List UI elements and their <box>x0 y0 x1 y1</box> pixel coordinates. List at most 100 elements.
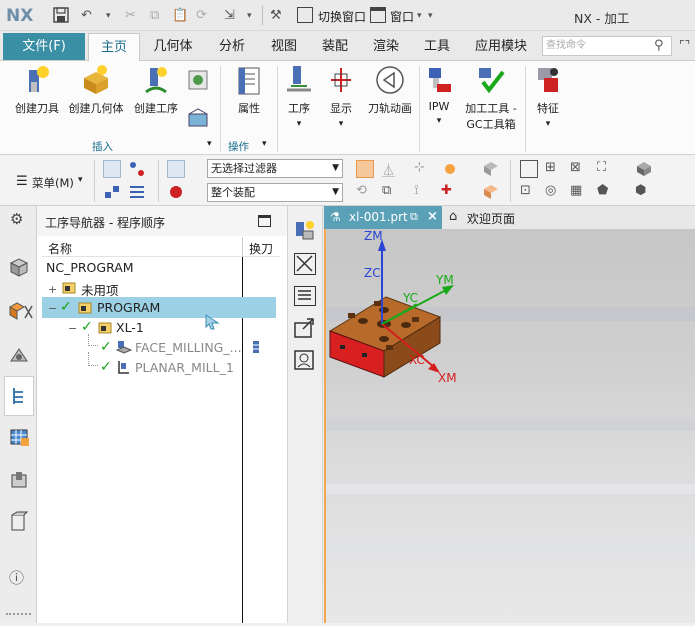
view-icon-10[interactable]: ⬢ <box>635 183 653 201</box>
window-dropdown-icon[interactable]: ▾ <box>417 7 422 25</box>
selection-filter-dropdown[interactable]: 无选择过滤器 ▼ <box>207 159 343 178</box>
snap-icon-7[interactable]: ✚ <box>441 183 459 201</box>
create-tool-button[interactable]: 创建刀具 <box>12 64 62 116</box>
tree-item-xl1[interactable]: XL-1 <box>116 320 144 335</box>
assembly-navigator-icon[interactable] <box>8 300 34 322</box>
filter-tool-icon-2[interactable] <box>128 160 146 178</box>
snap-icon-3[interactable] <box>482 160 500 178</box>
group-insert-dropdown-icon[interactable]: ▾ <box>207 139 212 149</box>
maximize-icon[interactable] <box>258 215 271 227</box>
insert-small-icon-1[interactable] <box>186 68 210 92</box>
menu-dropdown-icon[interactable]: ▾ <box>78 175 83 185</box>
toolpath-animation-button[interactable]: 刀轨动画 <box>364 64 416 116</box>
machine-tool-navigator-icon[interactable] <box>8 426 30 448</box>
switch-window-icon[interactable] <box>297 7 313 23</box>
view-icon-1[interactable] <box>520 160 538 178</box>
grip-handle[interactable] <box>6 613 31 623</box>
tree-item-face-milling[interactable]: FACE_MILLING_... <box>135 340 242 355</box>
search-icon[interactable]: ⚲ <box>654 38 664 53</box>
menu-icon[interactable]: ☰ <box>16 174 28 189</box>
tab-applications[interactable]: 应用模块 <box>465 33 537 61</box>
view-icon-9[interactable]: ⬟ <box>597 183 615 201</box>
copy-icon[interactable]: ⧉ <box>150 7 159 25</box>
undo-icon[interactable]: ↶ <box>81 7 92 25</box>
info-icon[interactable]: ⓘ <box>9 567 24 588</box>
expand-icon[interactable]: ⌜⌝ <box>679 38 690 52</box>
settings-gear-icon[interactable]: ⚙ <box>10 210 23 228</box>
window-menu-button[interactable]: 窗口 <box>390 8 414 25</box>
filter-tool-icon-6[interactable] <box>167 183 185 201</box>
view-icon-5[interactable] <box>635 160 653 178</box>
create-geometry-button[interactable]: 创建几何体 <box>66 64 126 116</box>
view-icon-7[interactable]: ◎ <box>545 183 563 201</box>
snap-icon-8[interactable] <box>482 183 500 201</box>
tab-home[interactable]: 主页 <box>88 33 140 61</box>
collapse-minus-icon[interactable]: − <box>48 302 57 315</box>
collapse-minus-icon[interactable]: − <box>68 322 77 335</box>
properties-button[interactable]: 属性 <box>226 64 272 116</box>
selection-mode-icon[interactable] <box>356 160 374 178</box>
feature-button[interactable]: 特征 ▾ <box>530 64 566 129</box>
tree-item-program[interactable]: PROGRAM <box>97 300 160 315</box>
view-icon-3[interactable]: ⊠ <box>570 160 588 178</box>
link-icon[interactable]: ⚒ <box>270 7 282 25</box>
tab-render[interactable]: 渲染 <box>363 33 409 61</box>
list-view-icon[interactable] <box>294 286 316 306</box>
filter-tool-icon-5[interactable] <box>167 160 185 178</box>
column-toolchange-header[interactable]: 换刀 <box>249 240 273 257</box>
export-icon[interactable] <box>293 317 317 339</box>
view-icon-8[interactable]: ▦ <box>570 183 588 201</box>
tab-geometry[interactable]: 几何体 <box>145 33 201 61</box>
tab-analysis[interactable]: 分析 <box>208 33 256 61</box>
cut-icon[interactable]: ✂ <box>125 7 136 25</box>
menu-button[interactable]: 菜单(M) <box>32 175 74 191</box>
snap-icon-4[interactable]: ⟲ <box>356 183 374 201</box>
insert-small-icon-2[interactable] <box>186 106 210 130</box>
display-button[interactable]: 显示 ▾ <box>322 64 360 129</box>
tab-tools[interactable]: 工具 <box>414 33 460 61</box>
group-operations-dropdown-icon[interactable]: ▾ <box>262 139 267 149</box>
tab-view[interactable]: 视图 <box>261 33 307 61</box>
more-dropdown-icon[interactable]: ▾ <box>428 7 433 25</box>
file-menu-button[interactable]: 文件(F) <box>3 33 85 60</box>
snap-icon-1[interactable]: ⊹ <box>414 160 432 178</box>
filter-tool-icon-1[interactable] <box>103 160 121 178</box>
tab-assembly[interactable]: 装配 <box>312 33 358 61</box>
switch-window-button[interactable]: 切换窗口 <box>318 8 366 25</box>
constraint-navigator-icon[interactable] <box>8 343 30 365</box>
tab-part-file[interactable]: ⚗ xl-001.prt ⧉ × <box>324 206 442 229</box>
paste-icon[interactable]: 📋 <box>172 7 188 25</box>
repeat-icon[interactable]: ⟳ <box>196 7 207 25</box>
ipw-button[interactable]: IPW ▾ <box>422 64 456 126</box>
assembly-scope-dropdown[interactable]: 整个装配 ▼ <box>207 183 343 202</box>
create-program-icon[interactable] <box>293 219 317 243</box>
part-navigator-icon[interactable] <box>8 256 30 278</box>
view-icon-2[interactable]: ⊞ <box>545 160 563 178</box>
view-icon-4[interactable]: ⛶ <box>597 160 615 178</box>
select-icon[interactable]: ⇲ <box>224 7 235 25</box>
column-name-header[interactable]: 名称 <box>48 240 72 257</box>
snap-icon-2[interactable] <box>441 160 459 178</box>
undo-dropdown-icon[interactable]: ▾ <box>106 7 111 25</box>
filter-funnel-icon[interactable]: ⏅ <box>382 160 400 179</box>
inspect-icon[interactable] <box>293 349 317 371</box>
expand-plus-icon[interactable]: + <box>48 283 57 296</box>
gc-toolbox-button[interactable]: 加工工具 - GC工具箱 <box>460 64 522 132</box>
tree-item-nc-program[interactable]: NC_PROGRAM <box>46 260 134 275</box>
tab-welcome-page[interactable]: 欢迎页面 <box>467 210 515 227</box>
delete-object-icon[interactable] <box>294 253 316 275</box>
window-icon[interactable] <box>370 7 386 23</box>
tree-item-planar-mill[interactable]: PLANAR_MILL_1 <box>135 360 234 375</box>
machine-view-icon[interactable] <box>8 470 30 492</box>
view-icon-6[interactable]: ⊡ <box>520 183 538 201</box>
filter-tool-icon-4[interactable] <box>128 183 146 201</box>
command-search-input[interactable]: 查找命令 <box>542 36 672 56</box>
select-dropdown-icon[interactable]: ▾ <box>247 7 252 25</box>
roles-icon[interactable] <box>9 511 29 533</box>
create-operation-button[interactable]: 创建工序 <box>130 64 182 116</box>
snap-icon-6[interactable]: ⟟ <box>414 183 432 201</box>
operation-button[interactable]: 工序 ▾ <box>282 64 316 129</box>
filter-tool-icon-3[interactable] <box>103 183 121 201</box>
close-tab-icon[interactable]: × <box>427 206 438 228</box>
snap-icon-5[interactable]: ⧉ <box>382 183 400 201</box>
